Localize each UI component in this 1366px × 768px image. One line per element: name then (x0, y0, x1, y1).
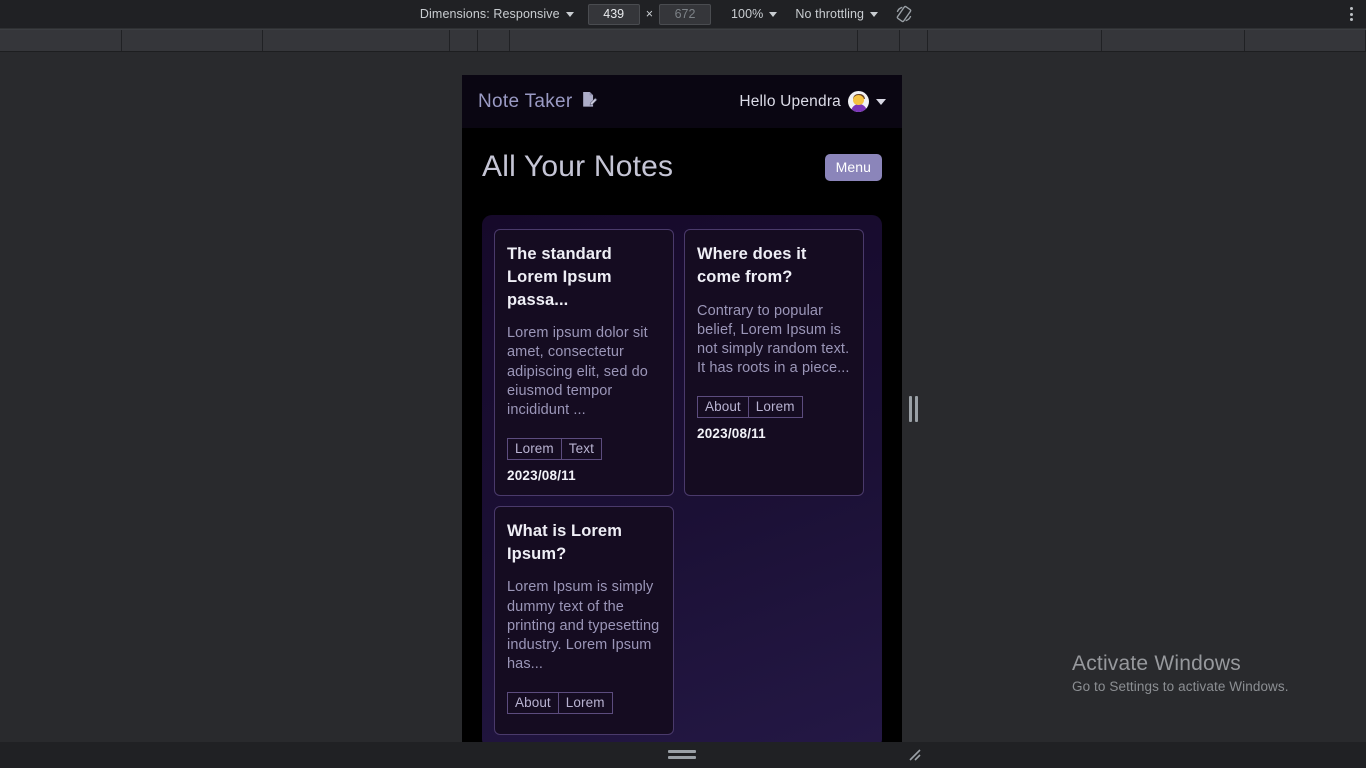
viewport-width-input[interactable] (587, 3, 640, 25)
note-body: Lorem Ipsum is simply dummy text of the … (507, 579, 660, 672)
note-tag-list: About Lorem (697, 396, 851, 419)
column-header-9[interactable] (1102, 30, 1245, 51)
more-options-icon[interactable] (1336, 0, 1366, 29)
dimensions-dropdown[interactable]: Dimensions: Responsive (418, 0, 576, 29)
note-tag[interactable]: Lorem (558, 692, 613, 715)
notes-grid: The standard Lorem Ipsum passa... Lorem i… (482, 215, 882, 742)
zoom-label: 100% (731, 7, 764, 21)
page-title: All Your Notes (482, 150, 674, 183)
resize-grip-horizontal-icon (668, 749, 696, 759)
device-resize-handle-bottom[interactable] (462, 742, 902, 766)
note-tag[interactable]: Lorem (748, 396, 803, 419)
device-resize-handle-right[interactable] (902, 75, 924, 742)
note-title: What is Lorem Ipsum? (507, 521, 622, 563)
greeting-label: Hello Upendra (739, 92, 841, 110)
column-header-3[interactable] (450, 30, 478, 51)
devtools-device-toolbar: Dimensions: Responsive × 100% No throttl… (0, 0, 1366, 29)
device-viewport-canvas: Note Taker Hello Upendra All Your Notes … (0, 52, 1366, 761)
viewport-height-input[interactable] (659, 3, 711, 25)
note-card[interactable]: The standard Lorem Ipsum passa... Lorem i… (494, 229, 674, 496)
device-resize-handle-corner[interactable] (902, 742, 926, 766)
note-tag[interactable]: About (697, 396, 749, 419)
note-tag[interactable]: Lorem (507, 437, 562, 460)
app-main-content: All Your Notes Menu The standard Lorem I… (462, 128, 902, 742)
chevron-down-icon[interactable] (876, 98, 886, 105)
chevron-down-icon (870, 11, 879, 17)
note-date: 2023/08/11 (507, 467, 576, 483)
user-menu[interactable]: Hello Upendra (739, 91, 886, 112)
app-brand[interactable]: Note Taker (478, 90, 599, 114)
zoom-dropdown[interactable]: 100% (729, 0, 779, 29)
rotate-device-icon[interactable] (890, 0, 918, 29)
resize-corner-icon (909, 749, 921, 761)
note-tag-list: About Lorem (507, 692, 661, 715)
note-tag[interactable]: About (507, 692, 559, 715)
throttling-dropdown[interactable]: No throttling (793, 0, 880, 29)
chevron-down-icon (769, 11, 778, 17)
emulated-device-frame: Note Taker Hello Upendra All Your Notes … (462, 75, 902, 742)
watermark-title: Activate Windows (1072, 652, 1241, 675)
note-title: Where does it come from? (697, 245, 807, 286)
app-navbar: Note Taker Hello Upendra (462, 75, 902, 128)
note-title: The standard Lorem Ipsum passa... (507, 245, 612, 309)
dimension-separator: × (645, 7, 653, 21)
note-body: Lorem ipsum dolor sit amet, consectetur … (507, 325, 648, 418)
column-header-1[interactable] (122, 30, 263, 51)
throttling-label: No throttling (795, 7, 865, 21)
column-header-0[interactable] (0, 30, 122, 51)
note-date: 2023/08/11 (697, 426, 766, 442)
column-header-5[interactable] (510, 30, 858, 51)
column-header-4[interactable] (478, 30, 510, 51)
watermark-subtitle: Go to Settings to activate Windows. (1072, 679, 1289, 694)
resize-grip-vertical-icon (908, 395, 918, 422)
note-tag-list: Lorem Text (507, 437, 661, 460)
brand-label: Note Taker (478, 90, 573, 112)
note-card[interactable]: What is Lorem Ipsum? Lorem Ipsum is simpl… (494, 505, 674, 736)
dimensions-label: Dimensions: Responsive (419, 7, 560, 21)
devtools-column-header-strip (0, 29, 1366, 52)
column-header-2[interactable] (263, 30, 450, 51)
column-header-7[interactable] (900, 30, 928, 51)
column-header-10[interactable] (1245, 30, 1366, 51)
avatar (848, 91, 869, 112)
memo-icon (580, 90, 599, 114)
note-tag[interactable]: Text (561, 437, 602, 460)
note-body: Contrary to popular belief, Lorem Ipsum … (697, 302, 850, 376)
note-card[interactable]: Where does it come from? Contrary to popu… (684, 229, 864, 496)
page-header-row: All Your Notes Menu (482, 150, 882, 184)
windows-activation-watermark: Activate Windows Go to Settings to activ… (1072, 652, 1289, 694)
menu-button[interactable]: Menu (824, 153, 882, 181)
column-header-6[interactable] (858, 30, 900, 51)
column-header-8[interactable] (928, 30, 1102, 51)
chevron-down-icon (565, 11, 574, 17)
